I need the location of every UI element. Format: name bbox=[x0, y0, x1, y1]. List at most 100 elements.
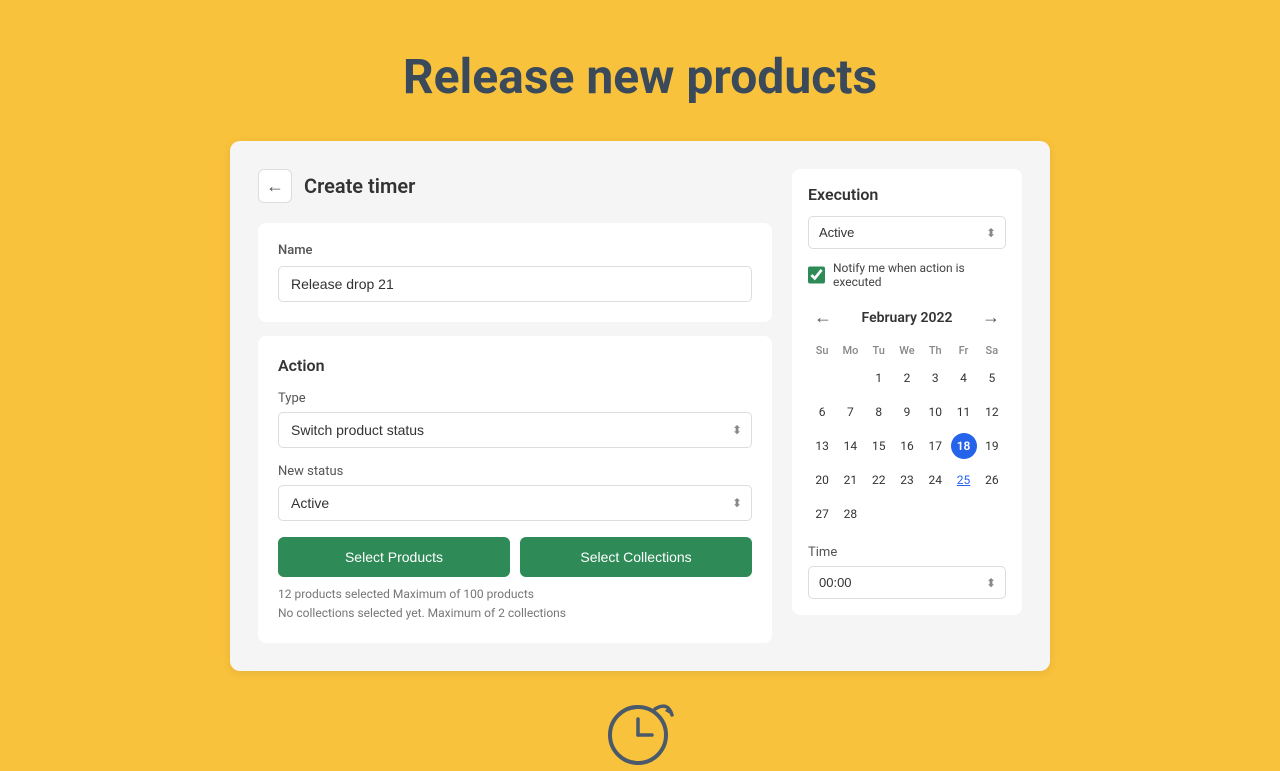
type-label: Type bbox=[278, 391, 752, 406]
time-select[interactable]: 00:00 01:00 12:00 bbox=[808, 566, 1006, 599]
left-panel: ← Create timer Name Action Type Switch p… bbox=[258, 169, 772, 643]
calendar-cell[interactable]: 4 bbox=[949, 361, 977, 395]
calendar-cell[interactable]: 7 bbox=[836, 395, 864, 429]
calendar-day-28[interactable]: 28 bbox=[837, 501, 863, 527]
day-header-mo: Mo bbox=[836, 340, 864, 361]
name-input[interactable] bbox=[278, 266, 752, 302]
calendar-day-9[interactable]: 9 bbox=[894, 399, 920, 425]
calendar-day-26[interactable]: 26 bbox=[979, 467, 1005, 493]
calendar-day-12[interactable]: 12 bbox=[979, 399, 1005, 425]
calendar-cell[interactable]: 22 bbox=[865, 463, 893, 497]
calendar-cell[interactable]: 24 bbox=[921, 463, 949, 497]
back-button[interactable]: ← bbox=[258, 169, 292, 203]
calendar-day-23[interactable]: 23 bbox=[894, 467, 920, 493]
calendar-day-13[interactable]: 13 bbox=[809, 433, 835, 459]
calendar-cell[interactable]: 11 bbox=[949, 395, 977, 429]
action-section: Action Type Switch product status Update… bbox=[258, 336, 772, 643]
calendar-cell[interactable]: 1 bbox=[865, 361, 893, 395]
main-card: ← Create timer Name Action Type Switch p… bbox=[230, 141, 1050, 671]
calendar-cell[interactable]: 8 bbox=[865, 395, 893, 429]
calendar-next-button[interactable]: → bbox=[976, 305, 1006, 330]
day-header-fr: Fr bbox=[949, 340, 977, 361]
calendar-cell[interactable]: 26 bbox=[978, 463, 1006, 497]
new-status-select-wrap: Active Draft ⬍ bbox=[278, 485, 752, 521]
type-select[interactable]: Switch product status Update price Publi… bbox=[278, 412, 752, 448]
calendar-cell bbox=[921, 497, 949, 531]
calendar-month-label: February 2022 bbox=[862, 310, 953, 326]
calendar-day-17[interactable]: 17 bbox=[922, 433, 948, 459]
calendar-day-4[interactable]: 4 bbox=[951, 365, 977, 391]
calendar-day-18[interactable]: 18 bbox=[951, 433, 977, 459]
day-header-th: Th bbox=[921, 340, 949, 361]
calendar-day-19[interactable]: 19 bbox=[979, 433, 1005, 459]
select-products-button[interactable]: Select Products bbox=[278, 537, 510, 577]
clock-icon bbox=[600, 691, 680, 771]
calendar-day-20[interactable]: 20 bbox=[809, 467, 835, 493]
calendar-day-24[interactable]: 24 bbox=[922, 467, 948, 493]
header-row: ← Create timer bbox=[258, 169, 772, 203]
create-timer-title: Create timer bbox=[304, 174, 415, 198]
calendar-cell bbox=[808, 361, 836, 395]
calendar-day-5[interactable]: 5 bbox=[979, 365, 1005, 391]
select-collections-button[interactable]: Select Collections bbox=[520, 537, 752, 577]
calendar-cell[interactable]: 15 bbox=[865, 429, 893, 463]
calendar-cell[interactable]: 10 bbox=[921, 395, 949, 429]
calendar-grid: Su Mo Tu We Th Fr Sa 1234567891011121314… bbox=[808, 340, 1006, 531]
day-header-tu: Tu bbox=[865, 340, 893, 361]
calendar-cell[interactable]: 27 bbox=[808, 497, 836, 531]
calendar-day-16[interactable]: 16 bbox=[894, 433, 920, 459]
calendar-cell[interactable]: 18 bbox=[949, 429, 977, 463]
execution-status-select[interactable]: Active Inactive bbox=[808, 216, 1006, 249]
calendar-cell[interactable]: 25 bbox=[949, 463, 977, 497]
calendar-day-22[interactable]: 22 bbox=[866, 467, 892, 493]
time-label: Time bbox=[808, 545, 1006, 560]
products-info: 12 products selected Maximum of 100 prod… bbox=[278, 585, 752, 623]
calendar-day-7[interactable]: 7 bbox=[837, 399, 863, 425]
calendar-cell[interactable]: 14 bbox=[836, 429, 864, 463]
notify-checkbox[interactable] bbox=[808, 266, 825, 284]
calendar-day-21[interactable]: 21 bbox=[837, 467, 863, 493]
day-header-we: We bbox=[893, 340, 921, 361]
name-label: Name bbox=[278, 243, 752, 258]
calendar-cell[interactable]: 5 bbox=[978, 361, 1006, 395]
calendar-day-1[interactable]: 1 bbox=[866, 365, 892, 391]
calendar-cell[interactable]: 16 bbox=[893, 429, 921, 463]
calendar-cell[interactable]: 6 bbox=[808, 395, 836, 429]
calendar-cell[interactable]: 21 bbox=[836, 463, 864, 497]
execution-section: Execution Active Inactive ⬍ Notify me wh… bbox=[792, 169, 1022, 615]
calendar-day-25[interactable]: 25 bbox=[951, 467, 977, 493]
calendar-day-6[interactable]: 6 bbox=[809, 399, 835, 425]
calendar-prev-button[interactable]: ← bbox=[808, 305, 838, 330]
calendar-cell[interactable]: 20 bbox=[808, 463, 836, 497]
calendar-cell bbox=[893, 497, 921, 531]
calendar-cell[interactable]: 17 bbox=[921, 429, 949, 463]
calendar-cell[interactable]: 3 bbox=[921, 361, 949, 395]
calendar-nav: ← February 2022 → bbox=[808, 305, 1006, 330]
page-title: Release new products bbox=[403, 48, 877, 105]
calendar-cell[interactable]: 2 bbox=[893, 361, 921, 395]
calendar-cell[interactable]: 23 bbox=[893, 463, 921, 497]
calendar-cell[interactable]: 9 bbox=[893, 395, 921, 429]
execution-status-select-wrap: Active Inactive ⬍ bbox=[808, 216, 1006, 249]
new-status-select[interactable]: Active Draft bbox=[278, 485, 752, 521]
calendar-day-15[interactable]: 15 bbox=[866, 433, 892, 459]
product-collection-buttons: Select Products Select Collections bbox=[278, 537, 752, 577]
type-select-wrap: Switch product status Update price Publi… bbox=[278, 412, 752, 448]
name-section: Name bbox=[258, 223, 772, 322]
calendar-cell[interactable]: 13 bbox=[808, 429, 836, 463]
calendar-cell[interactable]: 19 bbox=[978, 429, 1006, 463]
calendar-day-14[interactable]: 14 bbox=[837, 433, 863, 459]
calendar-day-2[interactable]: 2 bbox=[894, 365, 920, 391]
calendar-day-3[interactable]: 3 bbox=[922, 365, 948, 391]
calendar-cell[interactable]: 12 bbox=[978, 395, 1006, 429]
calendar-day-11[interactable]: 11 bbox=[951, 399, 977, 425]
calendar-cell bbox=[865, 497, 893, 531]
time-select-wrap: 00:00 01:00 12:00 ⬍ bbox=[808, 566, 1006, 599]
calendar-cell bbox=[836, 361, 864, 395]
calendar-day-27[interactable]: 27 bbox=[809, 501, 835, 527]
right-panel: Execution Active Inactive ⬍ Notify me wh… bbox=[792, 169, 1022, 643]
calendar-cell[interactable]: 28 bbox=[836, 497, 864, 531]
calendar-day-8[interactable]: 8 bbox=[866, 399, 892, 425]
calendar-cell bbox=[978, 497, 1006, 531]
calendar-day-10[interactable]: 10 bbox=[922, 399, 948, 425]
